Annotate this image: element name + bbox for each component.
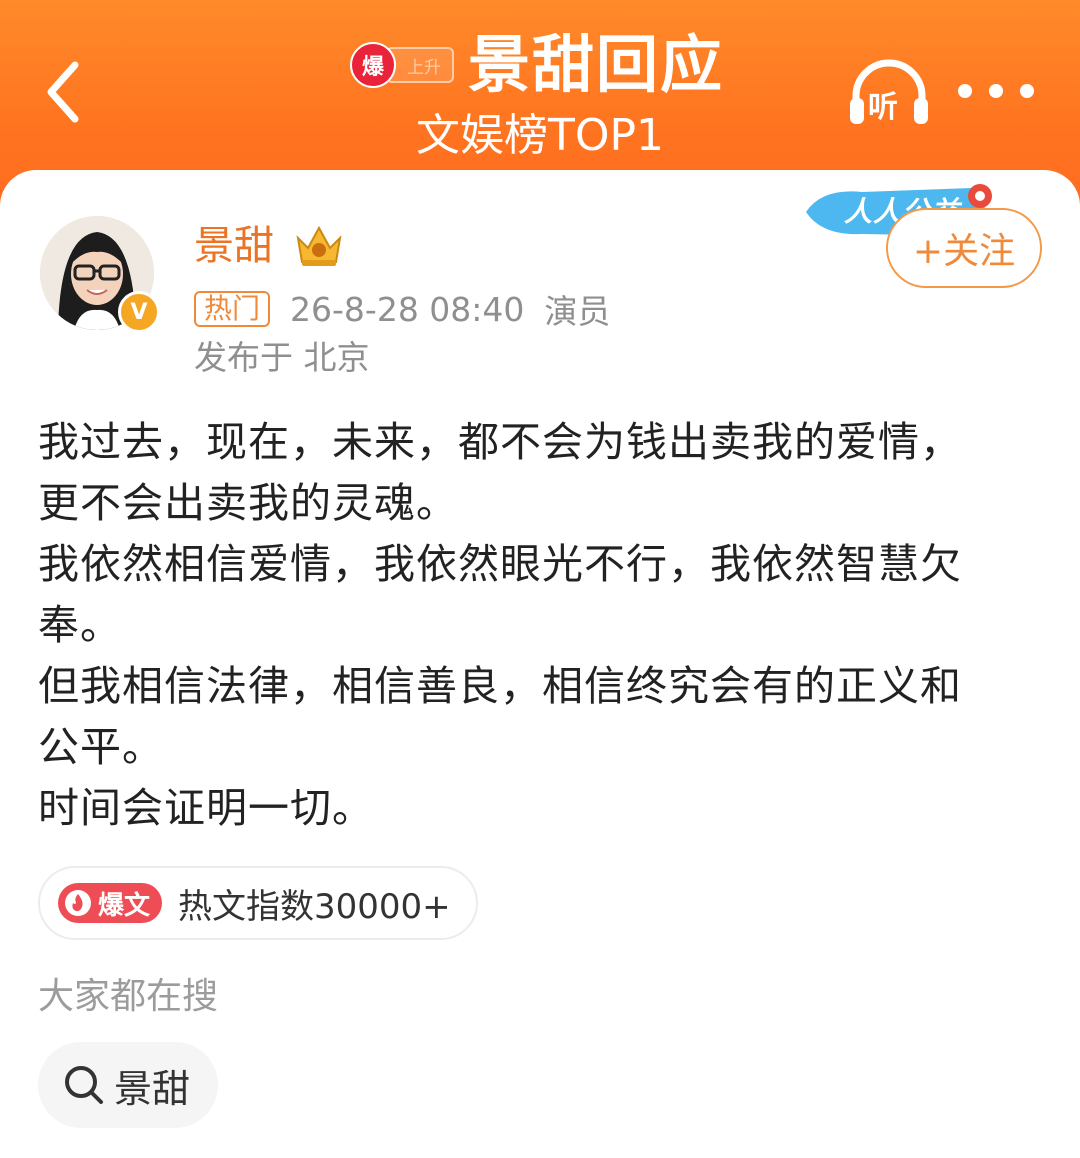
listen-button[interactable]: 听 xyxy=(846,58,932,128)
hot-tag: 热门 xyxy=(194,291,271,327)
trending-search-label: 大家都在搜 xyxy=(38,976,219,1017)
follow-button[interactable]: +关注 xyxy=(886,208,1042,288)
explode-badge-ghost: 上升 xyxy=(386,47,454,83)
post-meta: 热门 26-8-28 08:40 演员 xyxy=(194,286,610,332)
flame-icon xyxy=(65,890,91,916)
search-chip-text: 景甜 xyxy=(114,1066,191,1111)
verified-v-icon: V xyxy=(118,291,160,333)
topic-title-row: 爆 上升 景甜回应 xyxy=(350,24,724,106)
hot-article-badge-label: 爆文 xyxy=(98,890,151,921)
post-location: 发布于 北京 xyxy=(194,338,370,377)
crown-icon xyxy=(296,225,342,266)
hot-index-pill[interactable]: 爆文 热文指数30000+ xyxy=(38,866,478,940)
explode-badge-label: 爆 xyxy=(350,42,396,88)
post-timestamp: 26-8-28 08:40 xyxy=(290,289,525,329)
listen-label: 听 xyxy=(868,90,898,125)
page-title: 景甜回应 xyxy=(468,28,725,101)
post-content: 我过去，现在，未来，都不会为钱出卖我的爱情， 更不会出卖我的灵魂。 我依然相信爱… xyxy=(38,418,962,832)
more-dots-icon xyxy=(958,84,972,98)
hot-index-text: 热文指数30000+ xyxy=(178,886,451,927)
search-chip[interactable]: 景甜 xyxy=(38,1042,218,1128)
author-name[interactable]: 景甜 xyxy=(194,218,274,274)
explode-badge: 爆 上升 xyxy=(350,42,454,88)
more-button[interactable] xyxy=(958,78,1034,104)
search-icon xyxy=(65,1066,103,1104)
hot-article-badge: 爆文 xyxy=(58,883,163,923)
author-role: 演员 xyxy=(544,292,611,331)
